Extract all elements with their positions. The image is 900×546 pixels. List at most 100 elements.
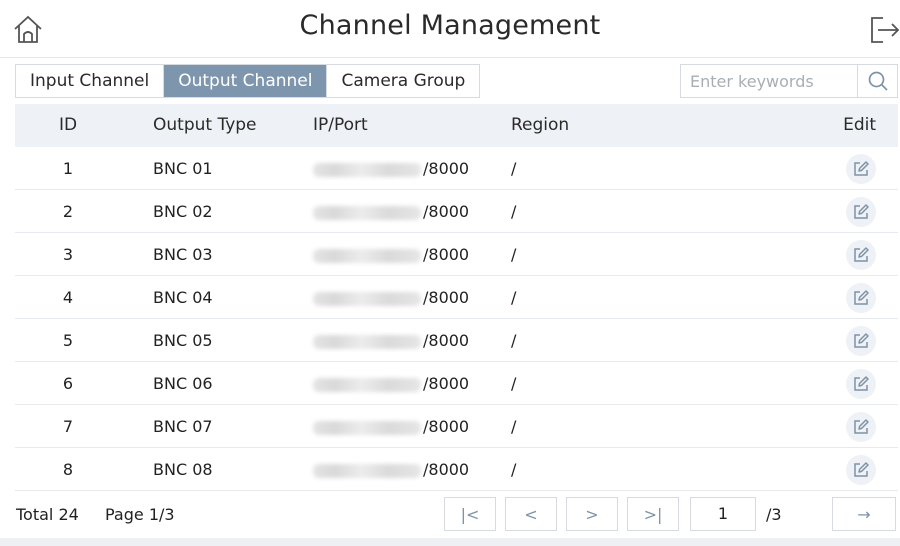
page-total: /3 — [766, 505, 782, 524]
edit-button[interactable] — [846, 369, 876, 399]
blurred-ip-address — [313, 334, 421, 349]
row-ip-port: /8000 — [313, 233, 469, 276]
page-number-input[interactable]: 1 — [690, 497, 756, 531]
row-output-type: BNC 03 — [153, 245, 213, 264]
go-page-button[interactable]: → — [832, 497, 896, 531]
prev-page-icon: < — [524, 504, 538, 524]
row-port: /8000 — [423, 159, 470, 178]
edit-icon — [854, 247, 869, 262]
table-row[interactable]: 5 BNC 05 /8000 / — [15, 319, 898, 362]
column-ip-port: IP/Port — [313, 115, 368, 135]
row-port: /8000 — [423, 331, 470, 350]
row-id: 1 — [62, 159, 74, 178]
row-ip-port: /8000 — [313, 362, 469, 405]
top-bar: Channel Management — [0, 0, 900, 58]
edit-icon — [854, 333, 869, 348]
row-output-type: BNC 05 — [153, 331, 213, 350]
tab-camera-group[interactable]: Camera Group — [326, 65, 479, 97]
edit-icon — [854, 376, 869, 391]
first-page-icon: |< — [460, 504, 480, 524]
pagination-bar: Total 24 Page 1/3 |< < > >| 1 /3 → — [0, 494, 900, 536]
row-output-type: BNC 07 — [153, 417, 213, 436]
next-page-button[interactable]: > — [566, 497, 618, 531]
column-id: ID — [58, 115, 78, 135]
last-page-icon: >| — [643, 504, 663, 524]
edit-icon — [854, 290, 869, 305]
search-button[interactable] — [857, 65, 897, 97]
channel-table: ID Output Type IP/Port Region Edit 1 BNC… — [15, 104, 898, 491]
edit-button[interactable] — [846, 283, 876, 313]
edit-button[interactable] — [846, 154, 876, 184]
table-row[interactable]: 7 BNC 07 /8000 / — [15, 405, 898, 448]
row-output-type: BNC 04 — [153, 288, 213, 307]
edit-button[interactable] — [846, 326, 876, 356]
row-output-type: BNC 01 — [153, 159, 213, 178]
bottom-strip — [0, 538, 900, 546]
row-id: 3 — [62, 245, 74, 264]
row-region: / — [511, 159, 517, 178]
table-row[interactable]: 4 BNC 04 /8000 / — [15, 276, 898, 319]
column-edit: Edit — [843, 115, 876, 135]
row-id: 8 — [62, 460, 74, 479]
table-row[interactable]: 2 BNC 02 /8000 / — [15, 190, 898, 233]
last-page-button[interactable]: >| — [627, 497, 679, 531]
edit-button[interactable] — [846, 197, 876, 227]
row-id: 5 — [62, 331, 74, 350]
search-icon — [868, 71, 888, 91]
edit-icon — [854, 204, 869, 219]
blurred-ip-address — [313, 463, 421, 478]
prev-page-button[interactable]: < — [505, 497, 557, 531]
edit-button[interactable] — [846, 412, 876, 442]
next-page-icon: > — [585, 504, 599, 524]
tab-output-channel[interactable]: Output Channel — [163, 65, 327, 97]
blurred-ip-address — [313, 248, 421, 263]
row-port: /8000 — [423, 374, 470, 393]
first-page-button[interactable]: |< — [444, 497, 496, 531]
table-row[interactable]: 3 BNC 03 /8000 / — [15, 233, 898, 276]
blurred-ip-address — [313, 205, 421, 220]
column-output-type: Output Type — [153, 115, 257, 135]
table-row[interactable]: 8 BNC 08 /8000 / — [15, 448, 898, 491]
channel-tabs: Input Channel Output Channel Camera Grou… — [15, 64, 481, 98]
row-id: 2 — [62, 202, 74, 221]
blurred-ip-address — [313, 377, 421, 392]
row-id: 4 — [62, 288, 74, 307]
row-port: /8000 — [423, 202, 470, 221]
blurred-ip-address — [313, 420, 421, 435]
blurred-ip-address — [313, 162, 421, 177]
row-ip-port: /8000 — [313, 319, 469, 362]
page-info: Page 1/3 — [105, 505, 175, 524]
row-region: / — [511, 288, 517, 307]
logout-button[interactable] — [866, 14, 900, 46]
blurred-ip-address — [313, 291, 421, 306]
edit-icon — [854, 462, 869, 477]
search-input[interactable] — [681, 65, 857, 97]
edit-button[interactable] — [846, 455, 876, 485]
table-header: ID Output Type IP/Port Region Edit — [15, 104, 898, 147]
search-box — [680, 64, 898, 98]
row-region: / — [511, 460, 517, 479]
edit-button[interactable] — [846, 240, 876, 270]
logout-icon — [871, 17, 900, 43]
table-row[interactable]: 6 BNC 06 /8000 / — [15, 362, 898, 405]
edit-icon — [854, 161, 869, 176]
row-port: /8000 — [423, 245, 470, 264]
row-ip-port: /8000 — [313, 405, 469, 448]
go-arrow-icon: → — [857, 504, 871, 524]
row-ip-port: /8000 — [313, 276, 469, 319]
row-region: / — [511, 374, 517, 393]
row-region: / — [511, 202, 517, 221]
row-region: / — [511, 331, 517, 350]
tab-input-channel[interactable]: Input Channel — [16, 65, 163, 97]
row-region: / — [511, 245, 517, 264]
column-region: Region — [511, 115, 570, 135]
row-port: /8000 — [423, 288, 470, 307]
row-ip-port: /8000 — [313, 147, 469, 190]
table-row[interactable]: 1 BNC 01 /8000 / — [15, 147, 898, 190]
row-region: / — [511, 417, 517, 436]
edit-icon — [854, 419, 869, 434]
row-output-type: BNC 08 — [153, 460, 213, 479]
row-output-type: BNC 06 — [153, 374, 213, 393]
row-port: /8000 — [423, 417, 470, 436]
row-port: /8000 — [423, 460, 470, 479]
